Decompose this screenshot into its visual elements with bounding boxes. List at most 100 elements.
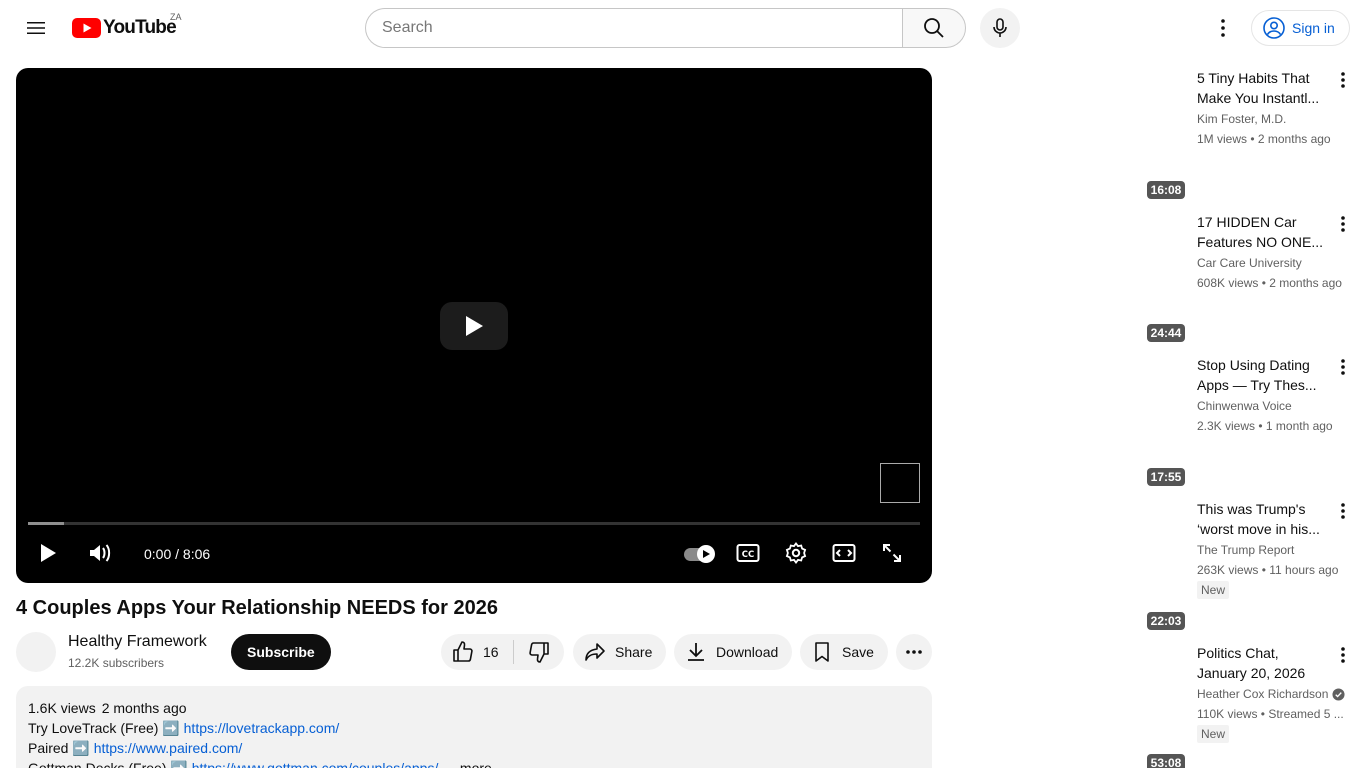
channel-text: Kim Foster, M.D. — [1197, 112, 1287, 126]
duration-badge: 53:08 — [1147, 754, 1185, 768]
description-link[interactable]: https://www.gottman.com/couples/apps/ — [192, 760, 439, 768]
share-button[interactable]: Share — [573, 634, 666, 670]
like-button[interactable]: 16 — [441, 634, 513, 670]
channel-name[interactable]: Healthy Framework — [68, 633, 207, 651]
recommended-video[interactable]: 24:44 Stop Using Dating Apps — Try Thes.… — [1145, 323, 1357, 463]
video-options-button[interactable] — [1331, 499, 1355, 523]
recommended-video[interactable]: 5 Tiny Habits That Make You Instantl... … — [1145, 56, 1357, 186]
description-line: Paired ➡️ https://www.paired.com/ — [28, 738, 920, 758]
subscribe-button[interactable]: Subscribe — [231, 634, 331, 670]
subscribe-label: Subscribe — [247, 644, 315, 660]
captions-button[interactable]: CC — [730, 535, 766, 571]
play-icon — [466, 316, 483, 336]
mute-button[interactable] — [82, 535, 118, 571]
dislike-button[interactable] — [514, 634, 564, 670]
description-link[interactable]: https://www.paired.com/ — [94, 740, 243, 756]
description-link[interactable]: https://lovetrackapp.com/ — [184, 720, 340, 736]
more-actions-button[interactable] — [896, 634, 932, 670]
thumbs-up-icon — [453, 641, 473, 662]
video-title: 4 Couples Apps Your Relationship NEEDS f… — [16, 597, 498, 619]
vertical-dots-icon — [1341, 359, 1345, 375]
recommended-video-channel: Heather Cox Richardson — [1197, 687, 1345, 701]
autoplay-toggle[interactable] — [684, 545, 716, 563]
download-button[interactable]: Download — [674, 634, 792, 670]
description-text: Gottman Decks (Free) ➡️ — [28, 760, 188, 768]
title-line: Features NO ONE... — [1197, 234, 1324, 250]
upload-date: 2 months ago — [101, 700, 187, 716]
like-count: 16 — [483, 644, 499, 660]
voice-search-button[interactable] — [980, 8, 1020, 48]
hamburger-menu-icon — [27, 22, 45, 34]
bookmark-icon — [815, 642, 829, 662]
play-button[interactable] — [30, 535, 66, 571]
recommended-video[interactable]: 22:03 Politics Chat, January 20, 2026 He… — [1145, 611, 1357, 751]
settings-button[interactable] — [778, 535, 814, 571]
title-line: This was Trump's — [1197, 501, 1306, 517]
video-player[interactable]: 0:00 / 8:06 CC — [16, 68, 932, 583]
recommended-video-meta: 263K views • 11 hours ago — [1197, 563, 1339, 577]
theater-mode-button[interactable] — [826, 535, 862, 571]
time-display: 0:00 / 8:06 — [144, 546, 210, 562]
video-options-button[interactable] — [1331, 68, 1355, 92]
video-options-button[interactable] — [1331, 643, 1355, 667]
recommended-video[interactable]: 17:55 This was Trump's ‘worst move in hi… — [1145, 467, 1357, 607]
save-button[interactable]: Save — [800, 634, 888, 670]
sign-in-button[interactable]: Sign in — [1251, 10, 1350, 46]
fullscreen-button[interactable] — [874, 535, 910, 571]
recommended-video-title[interactable]: 5 Tiny Habits That Make You Instantl... — [1197, 68, 1327, 108]
search-box[interactable] — [365, 8, 902, 48]
title-line: 5 Tiny Habits That — [1197, 70, 1310, 86]
recommended-video[interactable]: 53:08 — [1145, 754, 1357, 768]
duration-badge: 22:03 — [1147, 612, 1185, 630]
title-line: Make You Instantl... — [1197, 90, 1320, 106]
horizontal-dots-icon — [906, 650, 922, 654]
recommended-video-meta: 2.3K views • 1 month ago — [1197, 419, 1333, 433]
show-more-link[interactable]: ...more — [448, 760, 492, 768]
download-icon — [688, 643, 704, 661]
gear-icon — [785, 542, 807, 564]
vertical-dots-icon — [1341, 216, 1345, 232]
share-label: Share — [615, 644, 653, 660]
duration-badge: 16:08 — [1147, 181, 1185, 199]
title-line: Apps — Try Thes... — [1197, 377, 1317, 393]
vertical-dots-icon — [1341, 503, 1345, 519]
recommended-video-channel: Car Care University — [1197, 256, 1302, 270]
channel-text: The Trump Report — [1197, 543, 1295, 557]
time-display-text: 0:00 / 8:06 — [144, 546, 211, 562]
search-bar — [365, 8, 966, 48]
guide-menu-button[interactable] — [16, 8, 56, 48]
title-line: Stop Using Dating — [1197, 357, 1310, 373]
recommended-video-title[interactable]: This was Trump's ‘worst move in his... — [1197, 499, 1327, 539]
recommended-video-channel: Chinwenwa Voice — [1197, 399, 1292, 413]
recommended-video[interactable]: 16:08 17 HIDDEN Car Features NO ONE... C… — [1145, 180, 1357, 320]
large-play-button[interactable] — [440, 302, 508, 350]
title-line: 17 HIDDEN Car — [1197, 214, 1297, 230]
title-line: Politics Chat, — [1197, 645, 1279, 661]
share-arrow-icon — [585, 643, 605, 661]
expand-icon — [883, 544, 901, 562]
channel-text: Chinwenwa Voice — [1197, 399, 1292, 413]
vertical-dots-icon — [1341, 647, 1345, 663]
channel-watermark-image[interactable] — [880, 463, 920, 503]
download-label: Download — [716, 644, 779, 660]
recommended-video-meta: 608K views • 2 months ago — [1197, 276, 1342, 290]
recommended-video-title[interactable]: 17 HIDDEN Car Features NO ONE... — [1197, 212, 1327, 252]
new-badge: New — [1197, 581, 1230, 599]
description-line: Try LoveTrack (Free) ➡️ https://lovetrac… — [28, 718, 920, 738]
video-options-button[interactable] — [1331, 355, 1355, 379]
description-line: Gottman Decks (Free) ➡️ https://www.gott… — [28, 758, 920, 768]
search-button[interactable] — [902, 8, 966, 48]
video-options-button[interactable] — [1331, 212, 1355, 236]
recommended-video-title[interactable]: Politics Chat, January 20, 2026 — [1197, 643, 1327, 683]
search-icon — [924, 18, 944, 38]
search-input[interactable] — [382, 19, 886, 37]
subscriber-count: 12.2K subscribers — [68, 656, 165, 670]
channel-avatar[interactable] — [16, 632, 56, 672]
description-box[interactable]: 1.6K views 2 months ago Try LoveTrack (Fr… — [16, 686, 932, 768]
youtube-logo[interactable]: YouTube — [72, 16, 177, 40]
country-code: ZA — [170, 12, 182, 22]
recommended-video-title[interactable]: Stop Using Dating Apps — Try Thes... — [1197, 355, 1327, 395]
progress-bar[interactable] — [28, 522, 920, 525]
settings-more-button[interactable] — [1203, 8, 1243, 48]
new-badge: New — [1197, 725, 1230, 743]
